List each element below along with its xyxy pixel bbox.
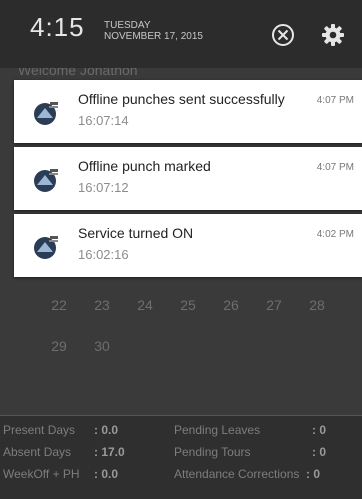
- pending-leaves-label: Pending Leaves: [174, 423, 261, 437]
- notification-time: 4:02 PM: [316, 229, 354, 240]
- calendar-day[interactable]: 23: [85, 297, 119, 313]
- notification-time: 4:07 PM: [316, 162, 354, 173]
- notification-subtitle: 16:07:12: [78, 180, 129, 195]
- app-logo-icon: [34, 236, 58, 259]
- absent-days-value: : 17.0: [94, 445, 125, 459]
- weekoff-value: : 0.0: [94, 467, 119, 481]
- calendar-day[interactable]: 30: [85, 338, 119, 354]
- notification-header: 4:15 TUESDAY NOVEMBER 17, 2015: [0, 0, 362, 68]
- clock-time: 4:15: [30, 12, 85, 42]
- weekoff-label: WeekOff + PH: [3, 467, 80, 481]
- calendar-day[interactable]: 24: [128, 297, 162, 313]
- calendar-row: 29 30: [0, 338, 362, 358]
- weekday-label: TUESDAY: [104, 20, 151, 31]
- present-days-label: Present Days: [3, 423, 76, 437]
- notification-time: 4:07 PM: [316, 95, 354, 106]
- absent-days-label: Absent Days: [3, 445, 72, 459]
- notification-title: Service turned ON: [78, 225, 194, 241]
- pending-leaves-value: : 0: [312, 423, 327, 437]
- calendar-day[interactable]: 22: [42, 297, 76, 313]
- pending-tours-label: Pending Tours: [174, 445, 251, 459]
- date-label: NOVEMBER 17, 2015: [104, 31, 203, 42]
- date-block: TUESDAY NOVEMBER 17, 2015: [104, 20, 203, 42]
- summary-row: WeekOff + PH : 0.0 Attendance Correction…: [0, 463, 362, 485]
- summary-row: Absent Days : 17.0 Pending Tours : 0: [0, 441, 362, 463]
- calendar-day[interactable]: 29: [42, 338, 76, 354]
- calendar-day[interactable]: 25: [171, 297, 205, 313]
- calendar-row: 22 23 24 25 26 27 28: [0, 297, 362, 317]
- notification-card[interactable]: Offline punch marked 16:07:12 4:07 PM: [14, 147, 362, 210]
- pending-tours-value: : 0: [312, 445, 327, 459]
- present-days-value: : 0.0: [94, 423, 119, 437]
- attendance-corrections-label: Attendance Corrections: [174, 467, 300, 481]
- notification-title: Offline punch marked: [78, 158, 211, 174]
- notification-card[interactable]: Service turned ON 16:02:16 4:02 PM: [14, 214, 362, 277]
- summary-row: Present Days : 0.0 Pending Leaves : 0: [0, 419, 362, 441]
- notification-card[interactable]: Offline punches sent successfully 16:07:…: [14, 80, 362, 143]
- calendar-day[interactable]: 27: [257, 297, 291, 313]
- attendance-corrections-value: : 0: [306, 467, 321, 481]
- app-logo-icon: [34, 102, 58, 125]
- calendar-day[interactable]: 28: [300, 297, 334, 313]
- notification-subtitle: 16:02:16: [78, 247, 129, 262]
- clear-all-icon[interactable]: [270, 22, 296, 48]
- attendance-summary: Present Days : 0.0 Pending Leaves : 0 Ab…: [0, 415, 362, 499]
- notification-subtitle: 16:07:14: [78, 113, 129, 128]
- notification-title: Offline punches sent successfully: [78, 91, 285, 107]
- calendar-day[interactable]: 26: [214, 297, 248, 313]
- settings-gear-icon[interactable]: [320, 22, 346, 48]
- app-logo-icon: [34, 169, 58, 192]
